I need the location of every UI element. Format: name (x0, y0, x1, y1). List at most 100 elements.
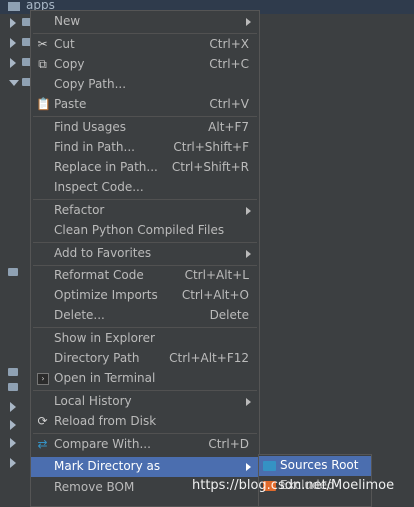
menu-separator (33, 116, 257, 117)
chevron-right-icon[interactable] (10, 420, 16, 430)
tree-node[interactable] (0, 398, 30, 416)
menu-item-label: Clean Python Compiled Files (54, 223, 225, 237)
menu-item-cut[interactable]: ✂ Cut Ctrl+X (31, 35, 259, 55)
menu-item-shortcut: Delete (209, 308, 249, 322)
menu-item-label: Replace in Path... (54, 160, 158, 174)
menu-item-shortcut: Ctrl+V (209, 97, 249, 111)
menu-item-reload-from-disk[interactable]: ⟳ Reload from Disk (31, 412, 259, 432)
menu-item-replace-in-path[interactable]: Replace in Path... Ctrl+Shift+R (31, 158, 259, 178)
tree-node[interactable] (0, 379, 30, 397)
menu-item-shortcut: Ctrl+Alt+O (181, 288, 249, 302)
chevron-right-icon[interactable] (10, 458, 16, 468)
menu-item-shortcut: Ctrl+Alt+F12 (169, 351, 249, 365)
folder-icon (8, 368, 18, 376)
menu-item-label: Remove BOM (54, 480, 135, 494)
chevron-right-icon[interactable] (10, 58, 16, 68)
chevron-right-icon[interactable] (10, 438, 16, 448)
folder-icon (8, 2, 20, 11)
menu-item-shortcut: Ctrl+Shift+F (173, 140, 249, 154)
menu-item-shortcut: Ctrl+C (209, 57, 249, 71)
submenu-arrow-icon (246, 398, 251, 406)
menu-item-inspect-code[interactable]: Inspect Code... (31, 178, 259, 198)
menu-separator (33, 242, 257, 243)
tree-node[interactable] (0, 434, 30, 452)
menu-item-open-in-terminal[interactable]: › Open in Terminal (31, 369, 259, 389)
chevron-right-icon[interactable] (10, 402, 16, 412)
compare-icon: ⇄ (37, 437, 48, 451)
tree-node[interactable] (0, 54, 32, 72)
menu-item-new[interactable]: New (31, 12, 259, 32)
menu-item-label: Find in Path... (54, 140, 135, 154)
context-menu: New ✂ Cut Ctrl+X ⧉ Copy Ctrl+C Copy Path… (30, 10, 260, 507)
menu-separator (33, 33, 257, 34)
submenu-item-sources-root[interactable]: Sources Root (259, 456, 371, 476)
chevron-down-icon[interactable] (9, 80, 19, 86)
menu-item-label: Cut (54, 37, 75, 51)
folder-icon (8, 383, 18, 391)
submenu-arrow-icon (246, 207, 251, 215)
menu-item-label: Inspect Code... (54, 180, 144, 194)
menu-item-label: Mark Directory as (54, 459, 161, 473)
menu-item-copy-path[interactable]: Copy Path... (31, 75, 259, 95)
menu-separator (33, 327, 257, 328)
menu-item-reformat-code[interactable]: Reformat Code Ctrl+Alt+L (31, 266, 259, 286)
menu-item-label: Show in Explorer (54, 331, 155, 345)
menu-item-label: Directory Path (54, 351, 140, 365)
sources-folder-icon (263, 461, 276, 471)
watermark: https://blog.csdn.net/Moelimoe (192, 478, 395, 493)
cut-icon: ✂ (37, 37, 48, 51)
menu-item-compare-with[interactable]: ⇄ Compare With... Ctrl+D (31, 435, 259, 455)
menu-separator (33, 199, 257, 200)
menu-item-paste[interactable]: 📋 Paste Ctrl+V (31, 95, 259, 115)
menu-item-label: Compare With... (54, 437, 151, 451)
menu-item-add-to-favorites[interactable]: Add to Favorites (31, 244, 259, 264)
menu-item-label: Add to Favorites (54, 246, 152, 260)
chevron-right-icon[interactable] (10, 18, 16, 28)
menu-item-label: Reformat Code (54, 268, 144, 282)
chevron-right-icon[interactable] (10, 38, 16, 48)
menu-item-label: Copy Path... (54, 77, 127, 91)
menu-item-delete[interactable]: Delete... Delete (31, 306, 259, 326)
terminal-icon: › (37, 373, 49, 385)
menu-separator (33, 433, 257, 434)
menu-item-label: Refactor (54, 203, 105, 217)
menu-item-mark-directory-as[interactable]: Mark Directory as (31, 457, 259, 477)
menu-item-shortcut: Ctrl+Alt+L (184, 268, 249, 282)
menu-item-directory-path[interactable]: Directory Path Ctrl+Alt+F12 (31, 349, 259, 369)
menu-item-find-in-path[interactable]: Find in Path... Ctrl+Shift+F (31, 138, 259, 158)
menu-item-label: Paste (54, 97, 87, 111)
menu-item-find-usages[interactable]: Find Usages Alt+F7 (31, 118, 259, 138)
tree-node[interactable] (0, 34, 32, 52)
paste-icon: 📋 (36, 97, 51, 111)
submenu-arrow-icon (246, 463, 251, 471)
menu-item-copy[interactable]: ⧉ Copy Ctrl+C (31, 55, 259, 75)
menu-item-shortcut: Alt+F7 (208, 120, 249, 134)
menu-item-clean-python[interactable]: Clean Python Compiled Files (31, 221, 259, 241)
menu-item-label: New (54, 14, 81, 28)
tree-node[interactable] (0, 14, 32, 32)
menu-item-show-in-explorer[interactable]: Show in Explorer (31, 329, 259, 349)
menu-item-label: Delete... (54, 308, 105, 322)
menu-item-shortcut: Ctrl+Shift+R (171, 160, 249, 174)
menu-separator (33, 390, 257, 391)
submenu-item-label: Sources Root (280, 458, 359, 472)
menu-item-refactor[interactable]: Refactor (31, 201, 259, 221)
tree-node[interactable] (0, 454, 30, 472)
tree-node[interactable] (0, 264, 30, 282)
menu-item-label: Copy (54, 57, 85, 71)
menu-item-label: Open in Terminal (54, 371, 156, 385)
submenu-arrow-icon (246, 250, 251, 258)
menu-item-local-history[interactable]: Local History (31, 392, 259, 412)
menu-item-shortcut: Ctrl+X (209, 37, 249, 51)
menu-item-optimize-imports[interactable]: Optimize Imports Ctrl+Alt+O (31, 286, 259, 306)
tree-node[interactable] (0, 74, 32, 92)
tree-node[interactable] (0, 416, 30, 434)
menu-item-shortcut: Ctrl+D (208, 437, 249, 451)
menu-item-label: Optimize Imports (54, 288, 158, 302)
copy-icon: ⧉ (38, 57, 47, 71)
menu-item-label: Find Usages (54, 120, 127, 134)
reload-icon: ⟳ (37, 414, 48, 428)
menu-item-label: Local History (54, 394, 132, 408)
submenu-arrow-icon (246, 18, 251, 26)
menu-item-label: Reload from Disk (54, 414, 157, 428)
